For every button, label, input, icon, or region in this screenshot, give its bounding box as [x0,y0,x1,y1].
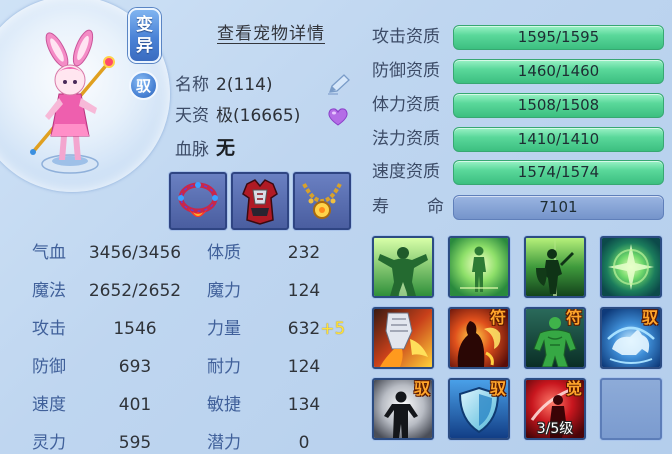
gold-necklace-icon [302,183,342,219]
stat-label: 魔力 [207,281,241,301]
bloodline-label: 血脉 [175,140,209,160]
heart-icon[interactable] [327,107,349,127]
skill-level: 3/5级 [536,421,574,437]
skill-badge: 符 [489,308,506,327]
view-pet-details-link[interactable]: 查看宠物详情 [217,23,325,45]
pink-rabbit-pet-icon [30,29,115,174]
mutation-badge: 变异 [128,8,161,63]
talent-value: 极(16665) [216,106,301,126]
aptitude-bar: 1574/1574 [453,160,664,185]
skill-slot-8[interactable]: 驭 [600,307,662,369]
stat-value: 232 [287,243,321,263]
aptitude-bar: 1508/1508 [453,93,664,118]
green-warrior-icon [526,238,584,296]
name-label: 名称 [175,75,209,95]
stat-label: 攻击 [32,319,66,339]
aptitude-label: 防御资质 [372,61,440,81]
flaming-fist-icon [374,309,432,367]
aptitude-label: 速度资质 [372,162,440,182]
aptitude-label: 体力资质 [372,95,440,115]
stat-value: 0 [298,433,310,453]
green-glow-figure-icon [450,238,508,296]
stat-value: 134 [287,395,321,415]
mutation-badge-text: 变异 [136,14,153,56]
talent-label: 天资 [175,106,209,126]
skill-badge: 觉 [565,379,582,398]
aptitude-bar: 1595/1595 [453,25,664,50]
red-necklace-icon [178,182,218,217]
skill-slot-9[interactable]: 驭 [372,378,434,440]
skill-slot-6[interactable]: 符 [448,307,510,369]
stat-label: 魔法 [32,281,66,301]
stat-value: 632 [287,319,321,339]
stat-value: 124 [287,281,321,301]
stat-value-with-bonus: 632 +5 [287,319,346,339]
stat-label: 防御 [32,357,66,377]
pet-detail-panel: 变异 驭 查看宠物详情 名称 2(114) 天资 极(16665) 血脉 无 气… [0,0,672,454]
skill-slot-11[interactable]: 觉 3/5级 [524,378,586,440]
skill-slot-7[interactable]: 符 [524,307,586,369]
stat-label: 力量 [207,319,241,339]
stat-label: 气血 [32,243,66,263]
skill-slot-5[interactable] [372,307,434,369]
stat-value: 693 [118,357,152,377]
equipment-slot-3[interactable] [293,172,351,230]
skill-badge: 驭 [489,379,506,398]
empty-skill-slot[interactable] [600,378,662,440]
stat-label: 潜力 [207,433,241,453]
skill-badge: 驭 [413,379,430,398]
stat-value: 401 [118,395,152,415]
stat-label: 灵力 [32,433,66,453]
aptitude-bar: 1410/1410 [453,127,664,152]
skill-badge: 符 [565,308,582,327]
skill-slot-2[interactable] [448,236,510,298]
lifespan-bar: 7101 [453,195,664,220]
stat-value: 3456/3456 [88,243,182,263]
stat-value: 595 [118,433,152,453]
lifespan-label: 寿 命 [372,197,444,217]
stat-label: 敏捷 [207,395,241,415]
stat-label: 体质 [207,243,241,263]
green-spread-arms-icon [374,238,432,296]
equipment-slot-2[interactable] [231,172,289,230]
stat-bonus: +5 [320,319,346,339]
ride-badge: 驭 [129,71,158,100]
skill-slot-3[interactable] [524,236,586,298]
stat-value-cell: 632 +5 [270,319,346,339]
equipment-slot-1[interactable] [169,172,227,230]
skill-slot-1[interactable] [372,236,434,298]
name-value: 2(114) [216,75,273,95]
aptitude-label: 攻击资质 [372,27,440,47]
pencil-icon[interactable] [326,72,352,96]
stat-value: 2652/2652 [88,281,182,301]
skill-badge: 驭 [641,308,658,327]
stat-label: 速度 [32,395,66,415]
stat-value: 1546 [113,319,157,339]
red-armor-icon [242,179,278,225]
aptitude-bar: 1460/1460 [453,59,664,84]
skill-slot-10[interactable]: 驭 [448,378,510,440]
skill-slot-4[interactable] [600,236,662,298]
stat-label: 耐力 [207,357,241,377]
stat-value: 124 [287,357,321,377]
bloodline-value: 无 [216,137,236,159]
green-orb-icon [602,238,660,296]
aptitude-label: 法力资质 [372,129,440,149]
